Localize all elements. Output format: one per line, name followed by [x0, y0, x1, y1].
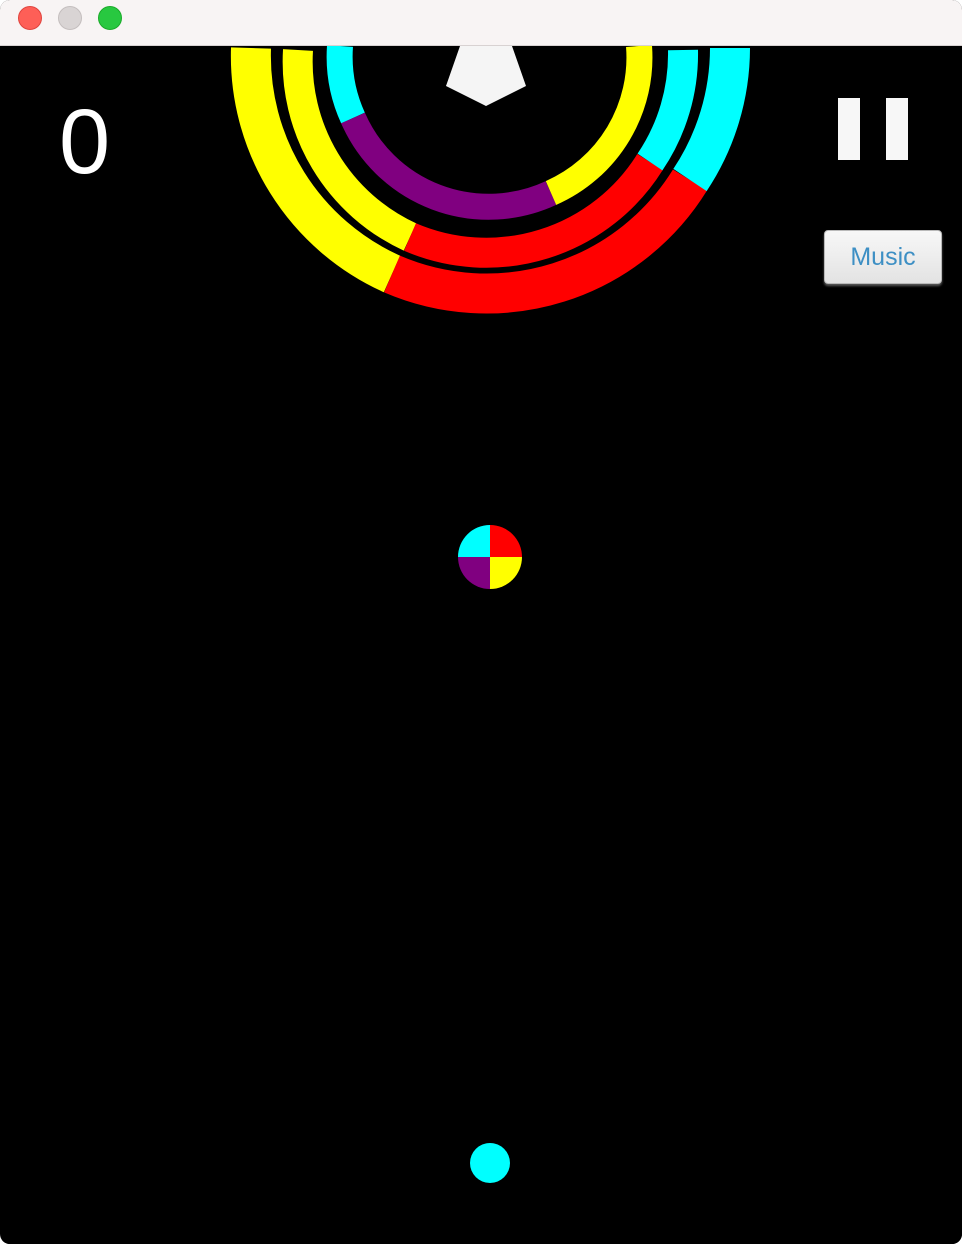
- minimize-window-button[interactable]: [58, 6, 82, 30]
- title-bar: [0, 0, 962, 46]
- orb-red-quadrant: [490, 525, 522, 557]
- inner-ring-purple-segment: [341, 112, 557, 220]
- orb-purple-quadrant: [458, 557, 490, 589]
- close-window-button[interactable]: [18, 6, 42, 30]
- pause-button[interactable]: [822, 92, 918, 164]
- game-window: 0 Music: [0, 0, 962, 1244]
- inner-ring-cyan-segment: [326, 46, 365, 124]
- pause-icon-right-bar: [886, 98, 908, 160]
- player-ball: [470, 1143, 510, 1183]
- music-button[interactable]: Music: [824, 230, 942, 284]
- game-scene: [230, 46, 750, 1183]
- pause-icon-left-bar: [838, 98, 860, 160]
- maximize-window-button[interactable]: [98, 6, 122, 30]
- middle-ring-cyan-segment: [637, 49, 699, 171]
- color-switch-orb: [458, 525, 522, 589]
- orb-yellow-quadrant: [490, 557, 522, 589]
- orb-cyan-quadrant: [458, 525, 490, 557]
- game-canvas[interactable]: 0 Music: [2, 46, 962, 1244]
- score-counter: 0: [59, 91, 111, 193]
